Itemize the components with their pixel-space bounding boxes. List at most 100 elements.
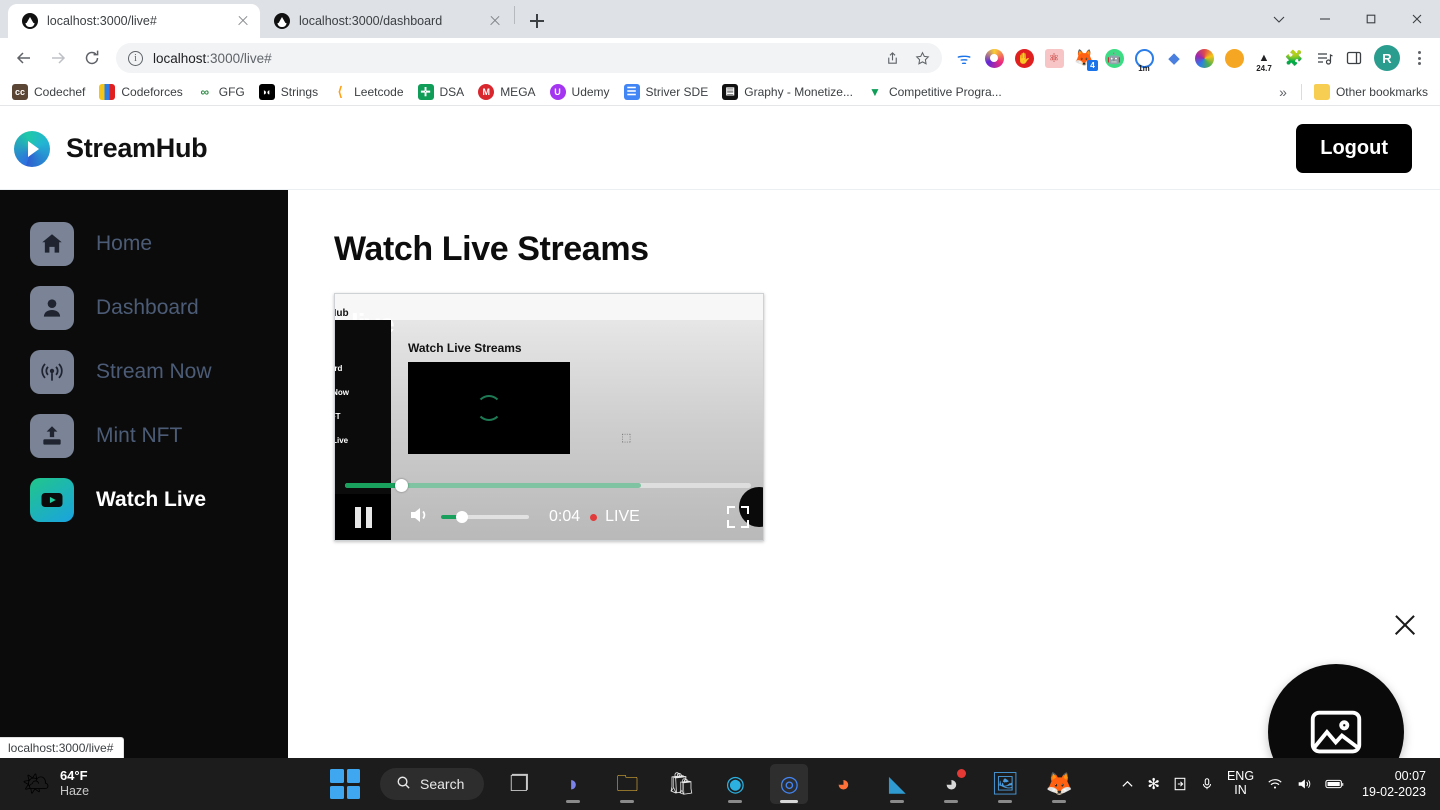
brave-icon	[22, 13, 38, 29]
microphone-icon[interactable]	[1200, 777, 1214, 791]
url-text: localhost:3000/live#	[153, 50, 272, 66]
back-button[interactable]	[8, 42, 40, 74]
video-player[interactable]: nHub live oard n Now NFT h Live Watch Li…	[334, 293, 764, 541]
bookmark-label: Leetcode	[354, 84, 404, 99]
browser-tab-live[interactable]: localhost:3000/live#	[8, 4, 260, 38]
main-content: Watch Live Streams nHub live oard n Now …	[288, 190, 1440, 758]
fullscreen-icon[interactable]	[727, 506, 749, 528]
bookmarks-overflow-button[interactable]: »	[1271, 84, 1295, 100]
image-icon	[1310, 710, 1362, 754]
cast-icon[interactable]: ᯤ	[950, 44, 978, 72]
google-chrome-icon[interactable]: ◎	[770, 764, 809, 804]
tab-search-icon[interactable]	[1256, 0, 1302, 38]
mountain-extension-icon[interactable]: ▲ 24.7	[1250, 44, 1278, 73]
site-info-icon[interactable]: i	[128, 50, 143, 66]
speaker-icon[interactable]	[1296, 776, 1312, 792]
bookmark-label: Codechef	[34, 84, 86, 99]
browser-menu-icon[interactable]	[1406, 45, 1432, 71]
clock[interactable]: 00:07 19-02-2023	[1358, 768, 1426, 801]
speaker-icon[interactable]	[407, 503, 431, 532]
vscode-icon[interactable]: ◣	[878, 764, 916, 804]
bookmark-leetcode[interactable]: ⟨ Leetcode	[326, 81, 409, 103]
volume-thumb[interactable]	[456, 511, 469, 523]
video-progress-bar[interactable]	[345, 479, 751, 492]
broadcast-icon	[30, 350, 74, 394]
sidebar-item-mint-nft[interactable]: Mint NFT	[0, 404, 288, 468]
sidebar-item-dashboard[interactable]: Dashboard	[0, 276, 288, 340]
wifi-icon[interactable]	[1267, 776, 1283, 792]
browser-tab-dashboard[interactable]: localhost:3000/dashboard	[260, 4, 512, 38]
slack-icon[interactable]: ✻	[1147, 775, 1160, 793]
diamond-extension-icon[interactable]: ◆	[1160, 44, 1188, 72]
bookmark-graphy[interactable]: ▤ Graphy - Monetize...	[716, 81, 859, 103]
volume-slider[interactable]	[441, 511, 529, 523]
search-icon	[396, 775, 411, 793]
firefox-extension-icon[interactable]: 🦊 4	[1070, 44, 1098, 72]
bookmark-competitive-programming[interactable]: ▼ Competitive Progra...	[861, 81, 1008, 103]
maximize-icon[interactable]	[1348, 0, 1394, 38]
brand[interactable]: StreamHub	[14, 130, 208, 167]
tab-strip: localhost:3000/live# localhost:3000/dash…	[0, 0, 1440, 38]
bookmark-striver-sde[interactable]: ☰ Striver SDE	[618, 81, 715, 103]
taskbar-search-box[interactable]: Search	[380, 768, 485, 800]
playlist-icon[interactable]	[1310, 44, 1338, 72]
tab-close-icon[interactable]	[486, 12, 504, 30]
battery-icon[interactable]	[1325, 777, 1345, 791]
helmet-extension-icon[interactable]	[1220, 44, 1248, 72]
teams-icon[interactable]: ◗	[554, 764, 592, 804]
other-bookmarks-folder[interactable]: Other bookmarks	[1308, 81, 1434, 103]
browser-window: localhost:3000/live# localhost:3000/dash…	[0, 0, 1440, 758]
color-wheel-extension-icon[interactable]	[1190, 44, 1218, 72]
start-button-icon[interactable]	[330, 769, 360, 799]
sidebar-item-home[interactable]: Home	[0, 212, 288, 276]
bookmark-codechef[interactable]: cc Codechef	[6, 81, 91, 103]
firefox-icon[interactable]: ◕	[824, 764, 862, 804]
bookmark-label: Graphy - Monetize...	[744, 84, 853, 99]
obs-studio-icon[interactable]: ◕	[932, 764, 970, 804]
logout-button[interactable]: Logout	[1296, 124, 1412, 173]
file-explorer-icon[interactable]: 🗀	[608, 764, 646, 804]
address-bar[interactable]: i localhost:3000/live#	[116, 43, 942, 73]
app-sidebar: Home Dashboard Stream Now Mint NFT Watch…	[0, 190, 288, 758]
sidebar-item-watch-live[interactable]: Watch Live	[0, 468, 288, 532]
profile-avatar[interactable]: R	[1374, 45, 1400, 71]
pause-button[interactable]	[335, 494, 391, 540]
microsoft-store-icon[interactable]: 🛍	[662, 764, 700, 804]
close-icon[interactable]	[1394, 0, 1440, 38]
sidebar-item-stream-now[interactable]: Stream Now	[0, 340, 288, 404]
volume-control[interactable]	[407, 503, 529, 532]
forward-button[interactable]	[42, 42, 74, 74]
new-tab-button[interactable]	[523, 7, 551, 35]
tab-close-icon[interactable]	[234, 12, 252, 30]
minimize-icon[interactable]	[1302, 0, 1348, 38]
bookmark-codeforces[interactable]: Codeforces	[93, 81, 188, 103]
task-view-icon[interactable]: ❐	[500, 764, 538, 804]
image-fab-button[interactable]	[1268, 664, 1404, 758]
tab-title: localhost:3000/dashboard	[299, 14, 443, 28]
side-panel-icon[interactable]	[1340, 44, 1368, 72]
language-indicator[interactable]: ENG IN	[1227, 769, 1254, 798]
close-fab-icon[interactable]	[1390, 610, 1420, 640]
photos-icon[interactable]: 🖼	[986, 764, 1024, 804]
bookmark-mega[interactable]: M MEGA	[472, 81, 541, 103]
android-extension-icon[interactable]: 🤖	[1100, 44, 1128, 72]
reload-button[interactable]	[76, 42, 108, 74]
browser-status-bar: localhost:3000/live#	[0, 737, 125, 758]
chevron-up-icon[interactable]	[1121, 778, 1134, 791]
instagram-extension-icon[interactable]	[980, 44, 1008, 72]
bookmark-strings[interactable]: ◑◐ Strings	[253, 81, 324, 103]
weather-widget[interactable]: 🌤 64°F Haze	[0, 768, 330, 798]
onedrive-icon[interactable]	[1173, 777, 1187, 791]
react-devtools-icon[interactable]: ⚛	[1040, 44, 1068, 72]
bookmark-gfg[interactable]: ∞ GFG	[191, 81, 251, 103]
bookmark-udemy[interactable]: U Udemy	[544, 81, 616, 103]
metamask-icon[interactable]: 🦊	[1040, 764, 1078, 804]
microsoft-edge-icon[interactable]: ◉	[716, 764, 754, 804]
adblock-extension-icon[interactable]: ✋	[1010, 44, 1038, 72]
speed-extension-icon[interactable]: 1m	[1130, 44, 1158, 73]
puzzle-extensions-icon[interactable]: 🧩	[1280, 44, 1308, 72]
extension-badge: 4	[1087, 60, 1098, 71]
bookmark-dsa[interactable]: ✛ DSA	[412, 81, 471, 103]
share-icon[interactable]	[882, 48, 902, 68]
bookmark-star-icon[interactable]	[912, 48, 932, 68]
